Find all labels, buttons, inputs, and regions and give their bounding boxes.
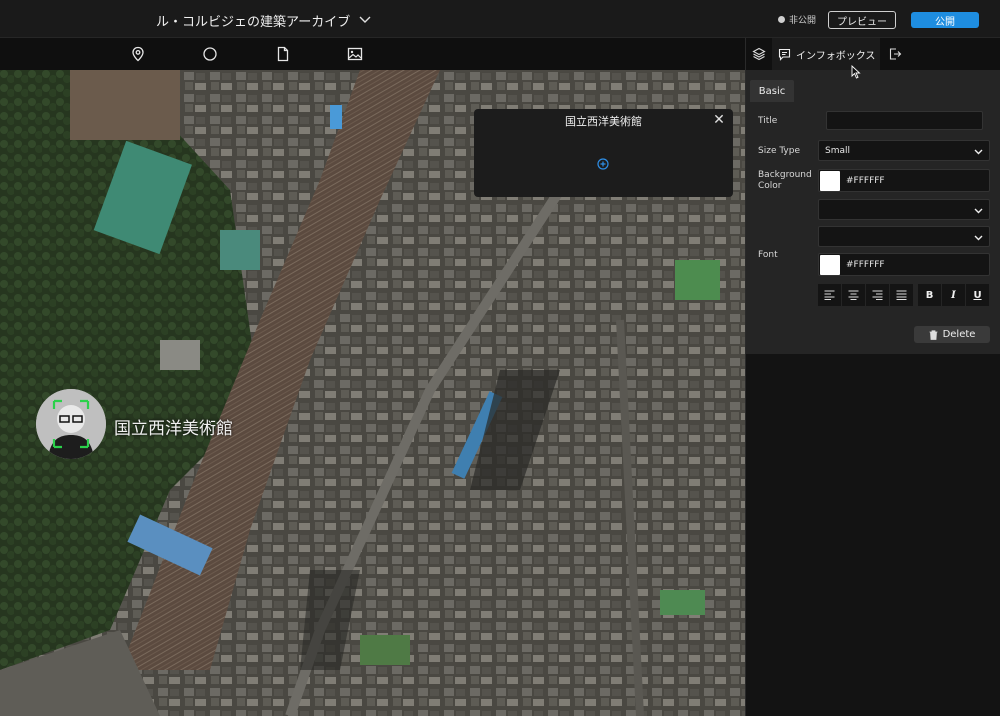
mouse-cursor-icon	[851, 65, 861, 79]
add-block-icon[interactable]	[597, 158, 609, 170]
background-color-swatch[interactable]	[820, 170, 840, 191]
align-left-button[interactable]	[818, 284, 841, 306]
font-color-field[interactable]: #FFFFFF	[818, 253, 990, 276]
align-center-button[interactable]	[842, 284, 865, 306]
font-label: Font	[758, 250, 778, 260]
title-label: Title	[758, 116, 778, 126]
align-left-icon	[824, 290, 835, 300]
marker-label[interactable]: 国立西洋美術館	[114, 414, 233, 439]
size-type-select[interactable]: Small	[818, 140, 990, 161]
align-justify-button[interactable]	[890, 284, 913, 306]
font-color-swatch[interactable]	[820, 254, 840, 275]
size-type-label: Size Type	[758, 146, 801, 156]
project-title[interactable]: ル・コルビジェの建築アーカイブ	[156, 11, 350, 30]
text-align-group	[818, 284, 913, 306]
tab-infobox-label: インフォボックス	[796, 50, 876, 62]
background-color-value: #FFFFFF	[846, 175, 885, 186]
trash-icon	[929, 329, 938, 340]
underline-button[interactable]: U	[966, 284, 989, 306]
infobox-popup[interactable]: 国立西洋美術館 ✕	[474, 109, 733, 197]
tab-infobox[interactable]: インフォボックス	[772, 38, 880, 70]
background-label-2: Color	[758, 181, 782, 191]
title-input[interactable]	[826, 111, 983, 130]
chevron-down-icon	[974, 235, 983, 241]
property-panel: インフォボックス Basic Title Size Type Small Bac…	[745, 38, 1000, 716]
background-color-field[interactable]: #FFFFFF	[818, 169, 990, 192]
background-option-select-1[interactable]	[818, 199, 990, 220]
popup-title: 国立西洋美術館	[565, 115, 642, 128]
exit-icon[interactable]	[888, 47, 902, 61]
delete-button[interactable]: Delete	[914, 326, 990, 343]
chevron-down-icon	[974, 149, 983, 155]
close-icon[interactable]: ✕	[712, 112, 726, 128]
font-color-value: #FFFFFF	[846, 259, 885, 270]
panel-body: Basic Title Size Type Small Background C…	[746, 70, 1000, 354]
align-center-icon	[848, 290, 859, 300]
chevron-down-icon	[974, 208, 983, 214]
bold-button[interactable]: B	[918, 284, 941, 306]
layers-icon[interactable]	[752, 47, 766, 61]
delete-label: Delete	[942, 329, 976, 340]
chevron-down-icon[interactable]	[358, 12, 372, 26]
italic-button[interactable]: I	[942, 284, 965, 306]
map-pin-icon[interactable]	[130, 46, 146, 62]
image-icon[interactable]	[347, 46, 363, 62]
panel-empty-area	[746, 354, 1000, 716]
align-justify-icon	[896, 290, 907, 300]
publish-status: 非公開	[778, 13, 816, 26]
document-icon[interactable]	[275, 46, 291, 62]
background-option-select-2[interactable]	[818, 226, 990, 247]
align-right-button[interactable]	[866, 284, 889, 306]
status-label: 非公開	[789, 16, 817, 26]
status-dot-icon	[778, 16, 785, 23]
publish-button[interactable]: 公開	[911, 12, 979, 28]
preview-button[interactable]: プレビュー	[828, 11, 896, 29]
portrait-image	[36, 389, 106, 459]
background-label: Background	[758, 170, 812, 180]
align-right-icon	[872, 290, 883, 300]
size-type-value: Small	[825, 145, 850, 156]
circle-icon[interactable]	[202, 46, 218, 62]
map-toolbar	[0, 38, 745, 70]
top-bar: ル・コルビジェの建築アーカイブ 非公開 プレビュー 公開	[0, 0, 1000, 38]
tab-basic[interactable]: Basic	[750, 80, 794, 102]
marker-avatar[interactable]	[36, 389, 106, 459]
comment-icon	[778, 48, 791, 61]
panel-tabs: インフォボックス	[746, 38, 1000, 70]
text-style-group: B I U	[918, 284, 989, 306]
